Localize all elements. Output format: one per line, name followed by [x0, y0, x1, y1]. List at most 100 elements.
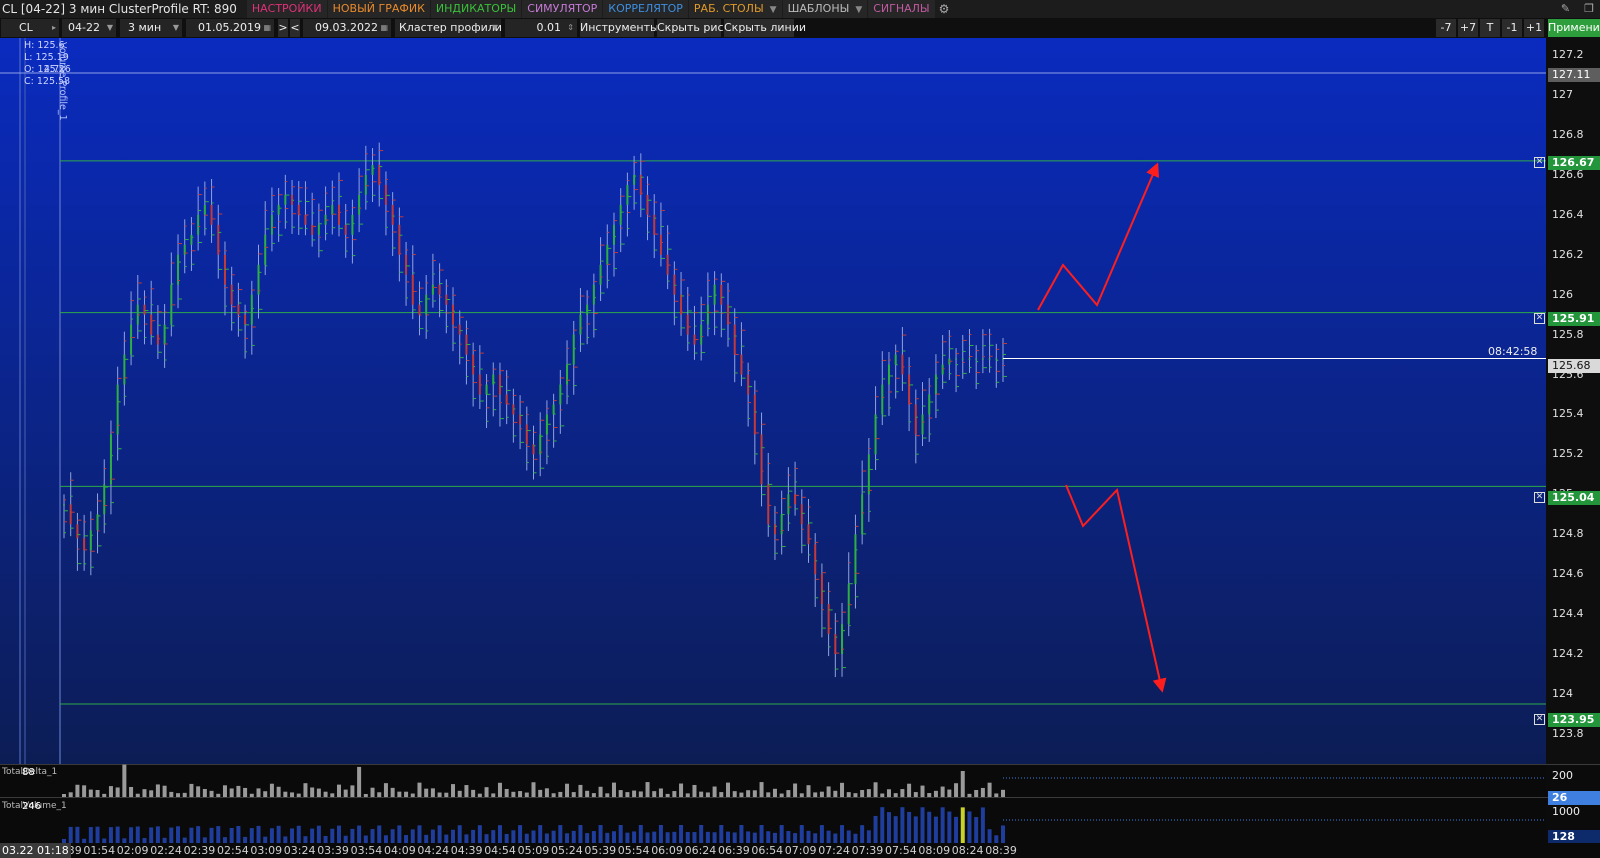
- delta-bar: [336, 784, 341, 797]
- restore-icon[interactable]: ❐: [1584, 0, 1594, 18]
- delta-bar: [477, 793, 482, 797]
- volume-bar: [806, 830, 811, 843]
- delta-bar: [840, 782, 845, 797]
- contract-value: 04-22: [68, 21, 100, 34]
- price-tick: 123.8: [1552, 726, 1584, 740]
- delta-bar: [692, 784, 697, 797]
- volume-bar: [437, 825, 442, 843]
- volume-bar: [605, 832, 610, 843]
- delta-bar: [410, 793, 415, 797]
- close-level-icon[interactable]: ✕: [1534, 313, 1545, 324]
- volume-bar: [95, 826, 100, 843]
- zoom-plus-1-button[interactable]: +1: [1524, 19, 1544, 37]
- symbol-select[interactable]: CL ▸: [1, 19, 59, 37]
- apply-button[interactable]: Применить: [1548, 19, 1600, 37]
- price-step-stepper[interactable]: 0.01 ⇕: [505, 19, 577, 37]
- volume-bar: [853, 833, 858, 843]
- volume-bar: [357, 825, 362, 843]
- chart-canvas[interactable]: [0, 38, 1600, 843]
- chart-type-select[interactable]: Кластер профили ▼: [395, 19, 501, 37]
- t-button[interactable]: T: [1480, 19, 1500, 37]
- volume-bar: [249, 828, 254, 843]
- delta-bar: [464, 785, 469, 797]
- volume-bar: [658, 825, 663, 843]
- pin-icon[interactable]: ✎: [1561, 0, 1570, 18]
- volume-bar: [987, 829, 992, 843]
- delta-bar: [873, 782, 878, 797]
- delta-bar: [484, 787, 489, 797]
- delta-bar: [752, 790, 757, 797]
- stepper-icon[interactable]: ⇕: [567, 19, 574, 37]
- chart-type-value: Кластер профили: [399, 21, 501, 34]
- volume-scale-tick: 1000: [1552, 805, 1580, 818]
- delta-bar: [316, 788, 321, 797]
- delta-bar: [115, 787, 120, 797]
- menu-settings[interactable]: НАСТРОЙКИ: [246, 0, 327, 18]
- volume-bar: [907, 811, 912, 843]
- close-level-icon[interactable]: ✕: [1534, 492, 1545, 503]
- contract-select[interactable]: 04-22 ▼: [62, 19, 116, 37]
- volume-bar: [638, 825, 643, 843]
- delta-bar: [907, 783, 912, 797]
- volume-bar: [397, 825, 402, 843]
- menu-workspaces[interactable]: РАБ. СТОЛЫ ▼: [688, 0, 782, 18]
- current-price-tag: 125.68: [1548, 359, 1600, 373]
- menu-indicators[interactable]: ИНДИКАТОРЫ: [430, 0, 522, 18]
- delta-bar: [169, 791, 174, 797]
- date-from-value: 01.05.2019: [198, 21, 261, 34]
- close-level-icon[interactable]: ✕: [1534, 157, 1545, 168]
- next-button[interactable]: >: [278, 19, 288, 37]
- time-tick: 05:09: [517, 844, 550, 857]
- prev-button[interactable]: <: [290, 19, 300, 37]
- menu-correlator[interactable]: КОРРЕЛЯТОР: [603, 0, 688, 18]
- zoom-plus-7-button[interactable]: +7: [1458, 19, 1478, 37]
- volume-bar: [417, 825, 422, 843]
- menu-templates[interactable]: ШАБЛОНЫ ▼: [782, 0, 868, 18]
- price-pane-background: [0, 38, 1546, 764]
- chevron-down-icon: ▼: [106, 23, 113, 32]
- volume-bar: [565, 833, 570, 843]
- zoom-minus-7-button[interactable]: -7: [1436, 19, 1456, 37]
- time-tick: 03:24: [283, 844, 316, 857]
- volume-bar: [531, 830, 536, 843]
- gears-icon[interactable]: ⚙: [939, 2, 950, 16]
- close-level-icon[interactable]: ✕: [1534, 714, 1545, 725]
- delta-bar: [799, 793, 804, 797]
- delta-bar: [135, 793, 140, 797]
- delta-bar: [880, 793, 885, 797]
- delta-value-tag: 26: [1548, 791, 1600, 805]
- menu-simulator[interactable]: СИМУЛЯТОР: [522, 0, 603, 18]
- cursor-time-label: 03.22 01:18: [0, 843, 71, 858]
- date-to-field[interactable]: 09.03.2022 ▦: [303, 19, 391, 37]
- calendar-icon[interactable]: ▦: [380, 19, 388, 37]
- time-tick: 05:54: [617, 844, 650, 857]
- volume-bar: [813, 833, 818, 843]
- volume-bar: [444, 834, 449, 843]
- menu-signals[interactable]: СИГНАЛЫ: [868, 0, 935, 18]
- zoom-minus-1-button[interactable]: -1: [1502, 19, 1522, 37]
- delta-bar: [108, 786, 113, 797]
- symbol-value: CL: [19, 21, 33, 34]
- timeframe-select[interactable]: 3 мин ▼: [120, 19, 182, 37]
- volume-bar: [544, 833, 549, 843]
- hide-drawings-button[interactable]: Скрыть рис.: [657, 19, 727, 37]
- time-tick: 08:09: [918, 844, 951, 857]
- delta-bar: [920, 785, 925, 797]
- delta-bar: [236, 785, 241, 797]
- volume-bar: [652, 831, 657, 843]
- tools-button[interactable]: Инструменты: [580, 19, 659, 37]
- date-from-field[interactable]: 01.05.2019 ▦: [186, 19, 274, 37]
- time-tick: 08:39: [985, 844, 1017, 857]
- level-tag-4: 123.95: [1548, 713, 1600, 727]
- volume-bar: [236, 825, 241, 843]
- volume-bar: [296, 825, 301, 843]
- menu-new-chart[interactable]: НОВЫЙ ГРАФИК: [327, 0, 430, 18]
- volume-bar: [685, 832, 690, 843]
- hide-lines-button[interactable]: Скрыть линии: [724, 19, 806, 37]
- delta-bar: [189, 783, 194, 797]
- calendar-icon[interactable]: ▦: [263, 19, 271, 37]
- volume-bar: [176, 826, 181, 843]
- time-tick: 04:24: [417, 844, 450, 857]
- delta-bar: [679, 783, 684, 797]
- volume-bar: [900, 807, 905, 843]
